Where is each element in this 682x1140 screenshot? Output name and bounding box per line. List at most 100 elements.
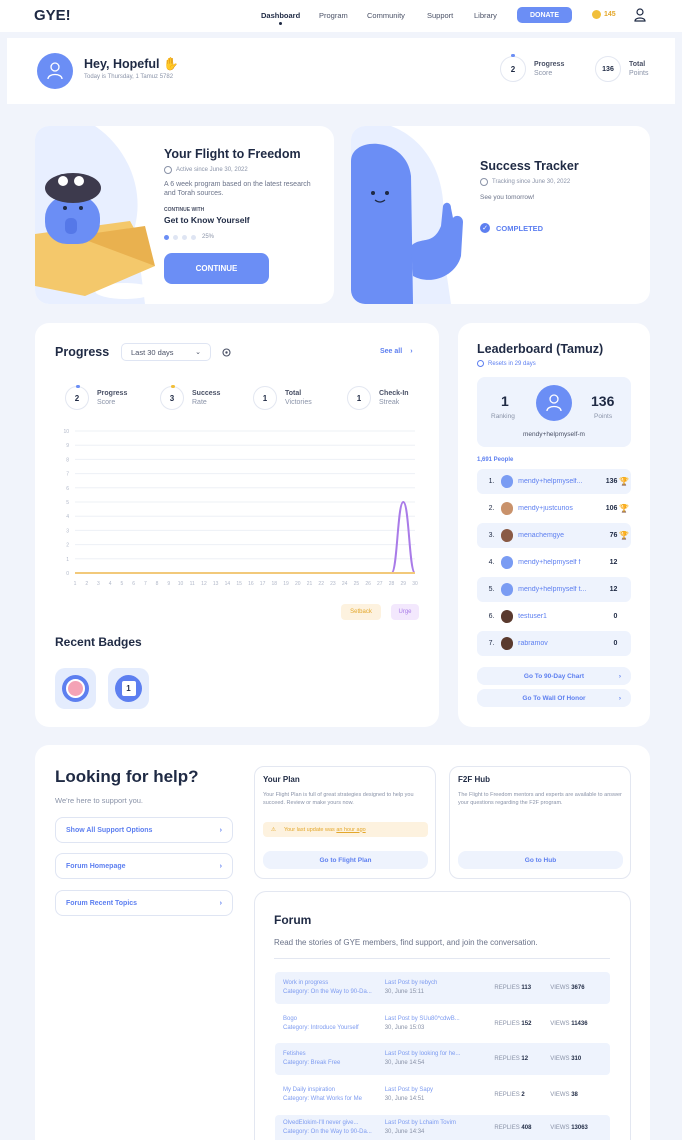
row-rank: 4.: [488, 559, 495, 566]
forum-row[interactable]: Fetishes Category: Break Free Last Post by…: [275, 1043, 610, 1075]
replies-label: REPLIES: [494, 1092, 520, 1098]
logo[interactable]: GYE!: [34, 7, 71, 24]
range-select-value: Last 30 days: [131, 347, 174, 357]
forum-row[interactable]: Bogo Category: Introduce Yourself Last Pos…: [275, 1008, 610, 1040]
progress-card: Progress Last 30 days ⌄ See all › 2 Progr…: [35, 323, 439, 727]
replies: REPLIES 12: [494, 1056, 550, 1062]
row-avatar: [500, 610, 514, 623]
flight-plan-button[interactable]: Go to Flight Plan: [263, 851, 428, 869]
gear-icon[interactable]: [221, 347, 232, 358]
last-post-author[interactable]: Last Post by rebych: [385, 979, 495, 988]
row-rank: 5.: [488, 586, 495, 593]
user-icon[interactable]: [634, 8, 646, 22]
chevron-down-icon: ⌄: [195, 349, 201, 356]
coin-icon: [592, 10, 601, 19]
y-tick-label: 3: [66, 528, 69, 534]
support-options-button[interactable]: Show All Support Options ›: [55, 817, 233, 843]
nav-library[interactable]: Library: [474, 11, 497, 20]
resets-text: Resets in 29 days: [488, 360, 536, 367]
range-select[interactable]: Last 30 days ⌄: [121, 343, 211, 361]
go-to-hub-button[interactable]: Go to Hub: [458, 851, 623, 869]
leaderboard-user: mendy+helpmyself-m: [523, 431, 585, 438]
warning-time-link[interactable]: an hour ago: [336, 827, 365, 833]
x-tick-label: 9: [167, 581, 170, 587]
avatar[interactable]: [37, 53, 73, 89]
badge-calendar[interactable]: 1: [108, 668, 149, 709]
row-points: 76: [609, 532, 618, 539]
row-name: testuser1: [518, 613, 547, 620]
nav-community[interactable]: Community: [367, 11, 405, 20]
clock-icon: [480, 178, 488, 186]
clock-icon: [164, 166, 172, 174]
forum-row[interactable]: Work in progress Category: On the Way to …: [275, 972, 610, 1004]
replies-label: REPLIES: [494, 1056, 520, 1062]
row-rank: 2.: [488, 505, 495, 512]
forum-row[interactable]: My Daily inspiration Category: What Works…: [275, 1079, 610, 1111]
module-title: Get to Know Yourself: [164, 215, 250, 225]
x-tick-label: 24: [342, 581, 348, 587]
chart-90-day-button[interactable]: Go To 90-Day Chart ›: [477, 667, 631, 685]
warning-icon: ⚠: [271, 826, 276, 833]
x-tick-label: 16: [248, 581, 254, 587]
topic-title[interactable]: My Daily inspiration: [283, 1086, 385, 1095]
legend-setback[interactable]: Setback: [341, 604, 381, 620]
nav-dashboard[interactable]: Dashboard: [261, 11, 300, 20]
plan-card: Your Plan Your Flight Plan is full of gr…: [254, 766, 436, 879]
stat-label-main: Success: [192, 390, 221, 397]
forum-divider: [274, 958, 610, 959]
ranking-label: Ranking: [491, 413, 515, 420]
nav-support[interactable]: Support: [427, 11, 453, 20]
see-all-link[interactable]: See all ›: [380, 348, 413, 355]
last-post-date: 30, June 14:51: [384, 1096, 425, 1102]
tracker-title: Success Tracker: [480, 159, 579, 173]
leaderboard-row[interactable]: 1. mendy+helpmyself... 136 🏆: [477, 469, 631, 494]
forum-recent-text: Forum Recent Topics: [66, 899, 138, 907]
row-name: menachemgye: [518, 532, 565, 539]
topic-category: Category: Break Free: [283, 1060, 341, 1066]
progress-chart: 0123456789101 2 3 4 5 6 7 8 9 10 11 12 13 14 15 16 17 18 1…: [63, 429, 418, 587]
topic-title[interactable]: Bogo: [283, 1015, 385, 1024]
x-tick-label: 20: [295, 581, 301, 587]
replies-count: 113: [521, 985, 532, 991]
greeting-bar: Hey, Hopeful ✋ Today is Thursday, 1 Tamu…: [7, 38, 675, 104]
forum-homepage-button[interactable]: Forum Homepage ›: [55, 853, 233, 879]
leaderboard-row[interactable]: 5. mendy+helpmyself t... 12: [477, 577, 631, 602]
leaderboard-row[interactable]: 2. mendy+justcurios 106 🏆: [477, 496, 631, 521]
last-post-author[interactable]: Last Post by looking for he...: [385, 1050, 495, 1059]
x-tick-label: 27: [377, 581, 383, 587]
legend-urge[interactable]: Urge: [391, 604, 419, 620]
leaderboard-row[interactable]: 7. rabramov 0: [477, 631, 631, 656]
y-tick-label: 4: [66, 514, 69, 520]
topic-title[interactable]: Fetishes: [283, 1050, 385, 1059]
module-percent: 25%: [202, 234, 215, 240]
topic-category: Category: On the Way to 90-Da...: [283, 989, 372, 995]
continue-button[interactable]: CONTINUE: [164, 253, 269, 284]
stat-success: 3 Success Rate: [160, 385, 221, 410]
chevron-right-icon: ›: [618, 672, 621, 680]
last-post-date: 30, June 15:11: [384, 989, 424, 995]
last-post: Last Post by Sapy 30, June 14:51: [385, 1086, 495, 1104]
leaderboard-row[interactable]: 6. testuser1 0: [477, 604, 631, 629]
leaderboard-row[interactable]: 4. mendy+helpmyself f 12: [477, 550, 631, 575]
progress-dot: [173, 234, 178, 240]
topic-title[interactable]: Work in progress: [283, 979, 385, 988]
row-rank: 7.: [488, 640, 495, 647]
flight-illustration: [35, 126, 155, 304]
leaderboard-row[interactable]: 3. menachemgye 76 🏆: [477, 523, 631, 548]
nav-program[interactable]: Program: [319, 11, 348, 20]
forum-recent-button[interactable]: Forum Recent Topics ›: [55, 890, 233, 916]
x-tick-label: 17: [260, 581, 266, 587]
last-post-author[interactable]: Last Post by SUu80*cdwB...: [385, 1015, 495, 1024]
topic-title[interactable]: OlvedElokim-I'll never give...: [283, 1119, 385, 1128]
donate-button[interactable]: DONATE: [517, 7, 572, 23]
views: VIEWS 3676: [550, 985, 610, 991]
x-tick-label: 13: [213, 581, 219, 587]
x-tick-label: 28: [389, 581, 395, 587]
views-label: VIEWS: [550, 1124, 570, 1131]
row-points: 0: [613, 640, 618, 647]
forum-row[interactable]: OlvedElokim-I'll never give... Category: …: [275, 1115, 610, 1140]
wall-of-honor-button[interactable]: Go To Wall Of Honor ›: [477, 689, 631, 707]
last-post-author[interactable]: Last Post by Lchaim Tovim: [385, 1119, 495, 1128]
badge-brain[interactable]: [55, 668, 96, 709]
last-post-author[interactable]: Last Post by Sapy: [385, 1086, 495, 1095]
